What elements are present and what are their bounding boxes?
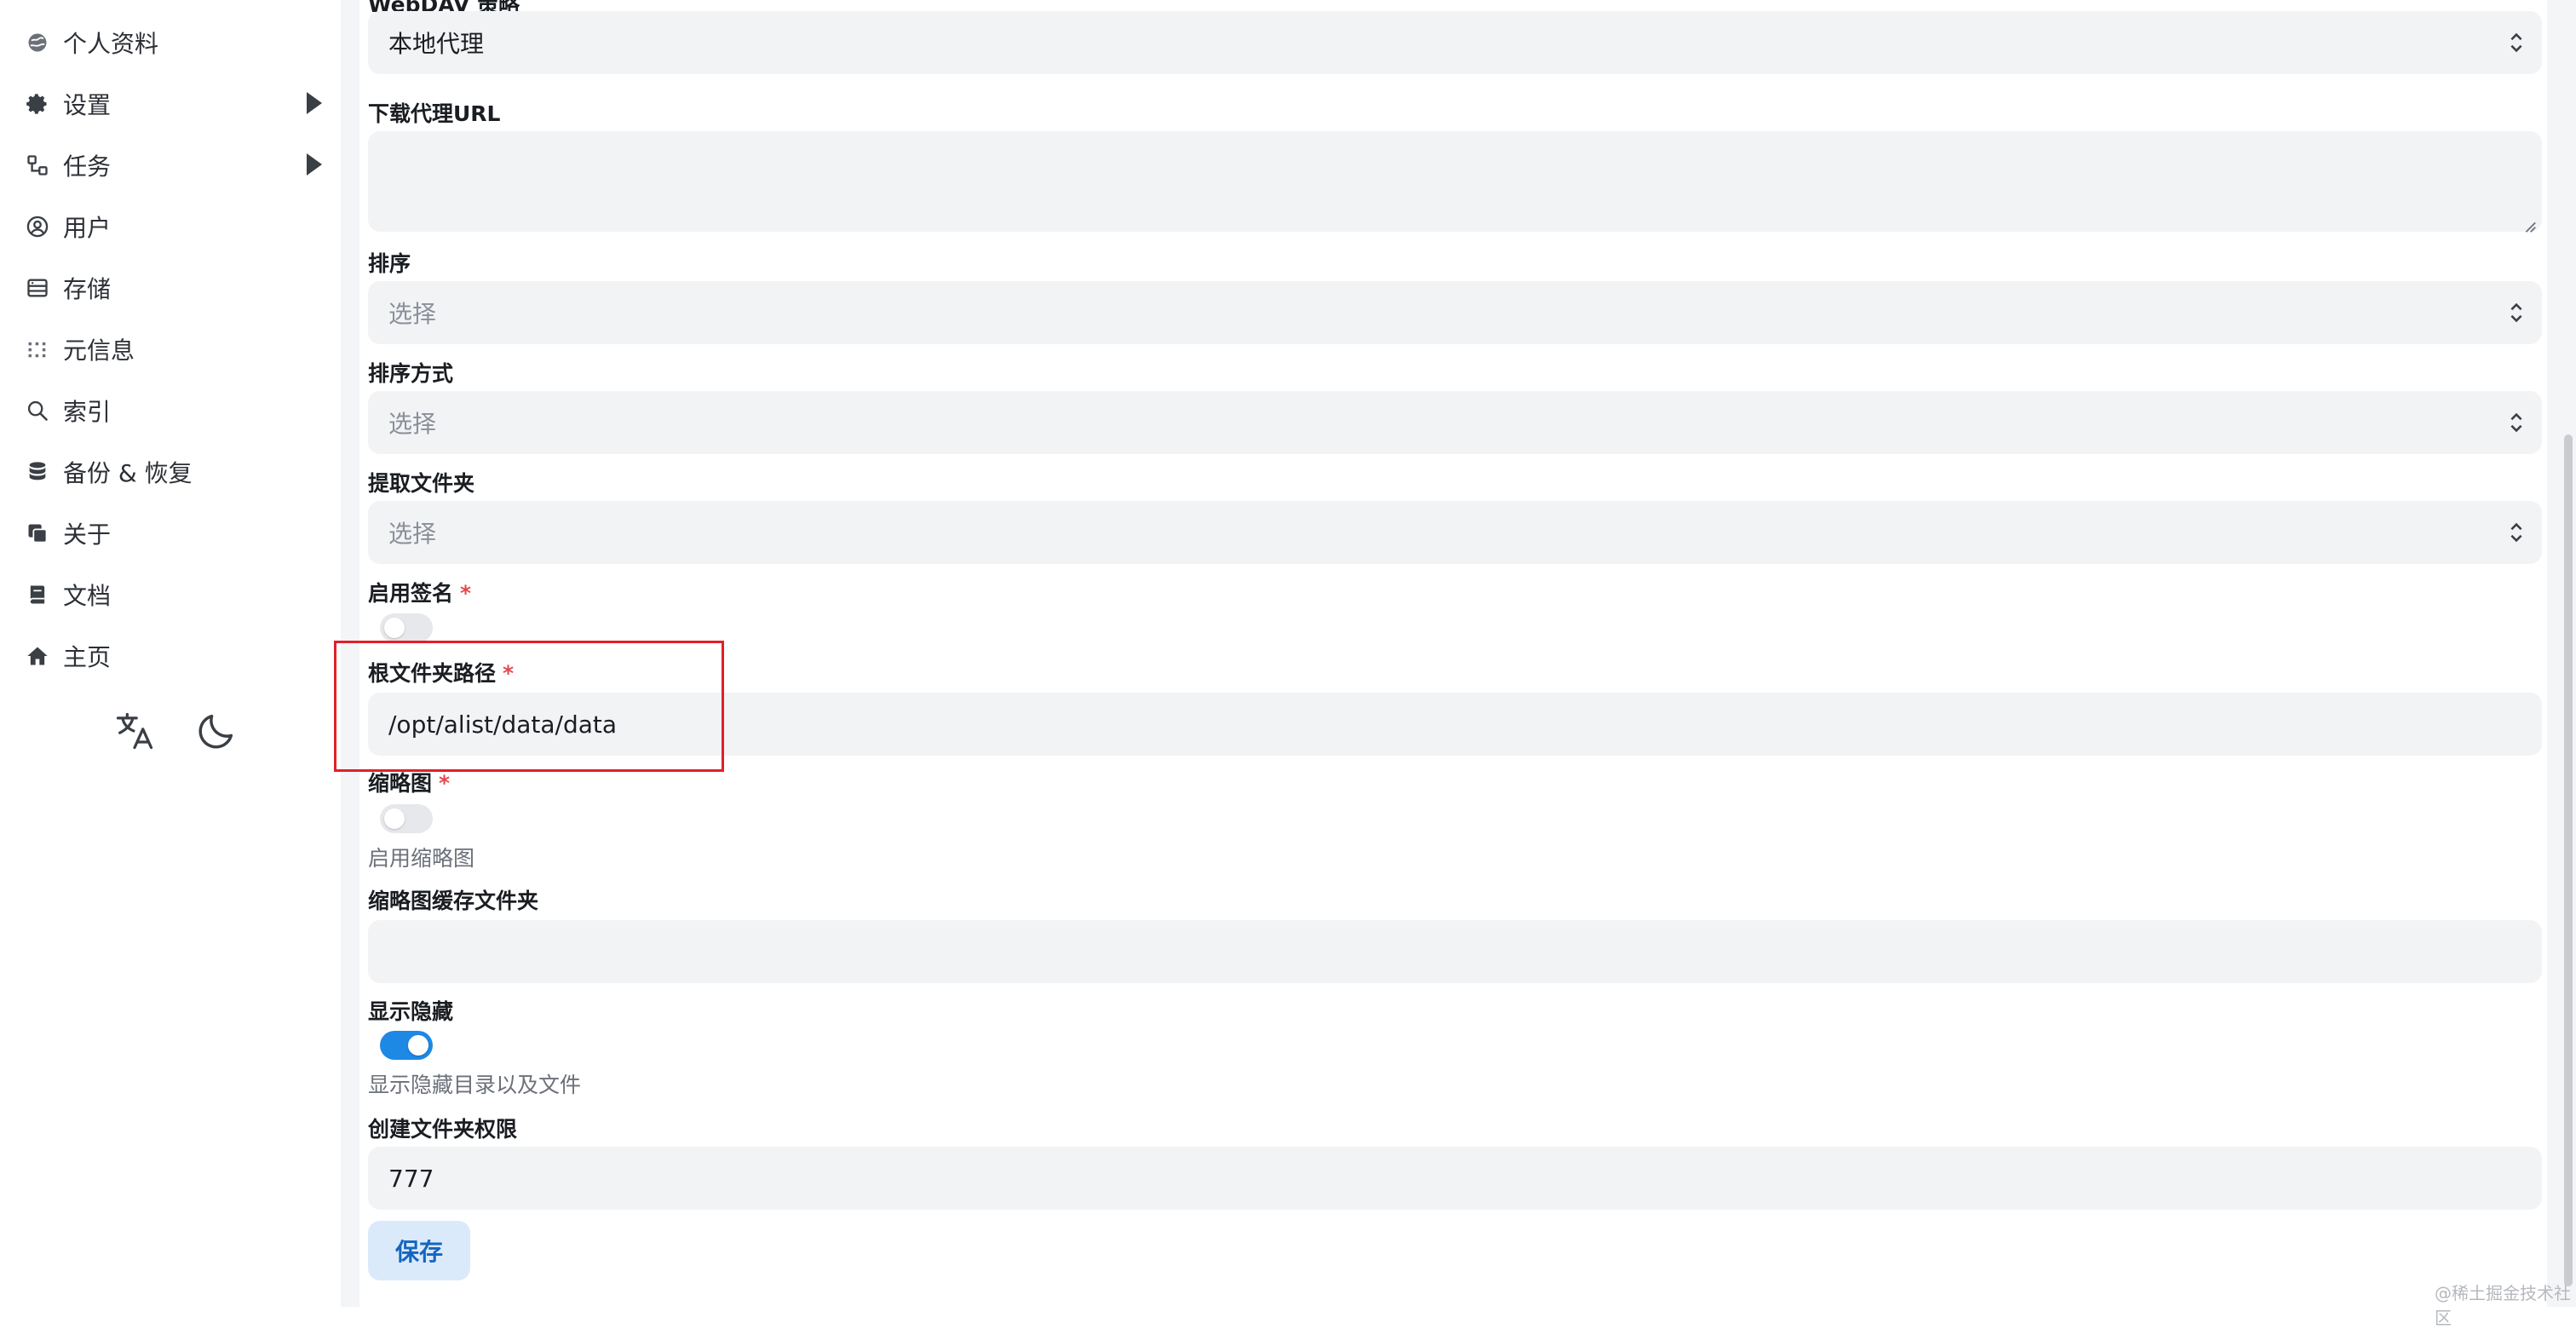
field-label-show-hidden: 显示隐藏 — [368, 999, 454, 1024]
sidebar-item-settings[interactable]: 设置 — [24, 80, 322, 128]
resize-handle-icon[interactable] — [2521, 211, 2537, 233]
download-proxy-url-textarea[interactable] — [368, 131, 2542, 233]
toggle-knob — [408, 1035, 428, 1056]
extract-folder-select[interactable]: 选择 — [368, 501, 2542, 564]
scrollbar-thumb[interactable] — [2564, 434, 2573, 1286]
sidebar-item-label: 文档 — [63, 582, 112, 610]
field-label-enable-sign: 启用签名 * — [368, 577, 471, 607]
home-icon — [24, 642, 51, 670]
toggle-knob — [384, 808, 405, 829]
database-icon — [24, 458, 51, 486]
expand-arrow-icon[interactable] — [307, 92, 322, 114]
watermark: @稀土掘金技术社区 — [2435, 1283, 2571, 1328]
translate-icon[interactable] — [111, 707, 158, 755]
select-value: 本地代理 — [388, 30, 485, 58]
save-button[interactable]: 保存 — [368, 1221, 470, 1280]
sidebar-item-label: 任务 — [63, 152, 112, 181]
sidebar-item-label: 索引 — [63, 398, 112, 426]
sidebar-item-index[interactable]: 索引 — [24, 387, 322, 434]
sidebar-tools — [111, 707, 240, 755]
field-label-order-by: 排序 — [368, 251, 411, 276]
expand-arrow-icon[interactable] — [307, 153, 322, 175]
sidebar-item-meta[interactable]: 元信息 — [24, 325, 322, 373]
field-label-mkdir-perm: 创建文件夹权限 — [368, 1117, 518, 1142]
profile-icon — [24, 29, 51, 56]
highlight-box — [334, 641, 724, 772]
sidebar-item-profile[interactable]: 个人资料 — [24, 19, 322, 66]
thumbnail-help-text: 启用缩略图 — [368, 846, 475, 871]
select-placeholder: 选择 — [388, 300, 437, 328]
sidebar-item-label: 主页 — [63, 643, 112, 671]
sidebar-item-label: 个人资料 — [63, 30, 159, 58]
sidebar-item-label: 元信息 — [63, 337, 135, 365]
sidebar-item-storage[interactable]: 存储 — [24, 264, 322, 312]
required-marker: * — [439, 771, 451, 796]
field-label-thumbnail: 缩略图 * — [368, 767, 450, 797]
thumbnail-cache-folder-input[interactable] — [368, 920, 2542, 983]
select-placeholder: 选择 — [388, 410, 437, 438]
gear-icon — [24, 90, 51, 118]
order-direction-select[interactable]: 选择 — [368, 391, 2542, 454]
chevron-updown-icon — [2508, 410, 2525, 435]
order-by-select[interactable]: 选择 — [368, 281, 2542, 344]
required-marker: * — [460, 581, 472, 606]
label-text: 缩略图 — [368, 771, 433, 796]
chevron-updown-icon — [2508, 520, 2525, 545]
sidebar-item-label: 关于 — [63, 521, 112, 549]
user-icon — [24, 213, 51, 240]
sidebar-item-label: 用户 — [63, 214, 112, 242]
sidebar-item-tasks[interactable]: 任务 — [24, 141, 322, 189]
label-text: 启用签名 — [368, 581, 454, 606]
select-placeholder: 选择 — [388, 520, 437, 548]
field-label-thumbnail-cache-folder: 缩略图缓存文件夹 — [368, 889, 539, 913]
sidebar-item-about[interactable]: 关于 — [24, 509, 322, 557]
toggle-knob — [384, 618, 405, 638]
field-label-extract-folder: 提取文件夹 — [368, 471, 475, 496]
field-label-order-direction: 排序方式 — [368, 361, 454, 386]
show-hidden-toggle[interactable] — [380, 1031, 433, 1060]
tasks-icon — [24, 152, 51, 179]
mkdir-perm-input[interactable]: 777 — [368, 1147, 2542, 1210]
sidebar: 个人资料 设置 任务 用户 存储 元信息 索引 备份 & 恢复 关于 文档 主页 — [0, 0, 341, 1307]
sidebar-item-backup[interactable]: 备份 & 恢复 — [24, 448, 322, 496]
enable-sign-toggle[interactable] — [380, 613, 433, 642]
chevron-updown-icon — [2508, 300, 2525, 325]
sidebar-item-home[interactable]: 主页 — [24, 632, 322, 680]
field-label-download-proxy-url: 下载代理URL — [368, 101, 501, 126]
sidebar-item-label: 备份 & 恢复 — [63, 459, 193, 487]
chevron-updown-icon — [2508, 30, 2525, 55]
sidebar-item-label: 设置 — [63, 91, 112, 119]
about-icon — [24, 520, 51, 547]
sidebar-item-label: 存储 — [63, 275, 112, 303]
docs-icon — [24, 581, 51, 608]
moon-icon[interactable] — [193, 707, 240, 755]
meta-icon — [24, 336, 51, 363]
search-icon — [24, 397, 51, 424]
sidebar-item-users[interactable]: 用户 — [24, 203, 322, 250]
webdav-policy-select[interactable]: 本地代理 — [368, 11, 2542, 74]
thumbnail-toggle[interactable] — [380, 804, 433, 833]
input-value: 777 — [388, 1164, 434, 1193]
sidebar-item-docs[interactable]: 文档 — [24, 571, 322, 618]
show-hidden-help-text: 显示隐藏目录以及文件 — [368, 1073, 582, 1097]
storage-icon — [24, 274, 51, 302]
